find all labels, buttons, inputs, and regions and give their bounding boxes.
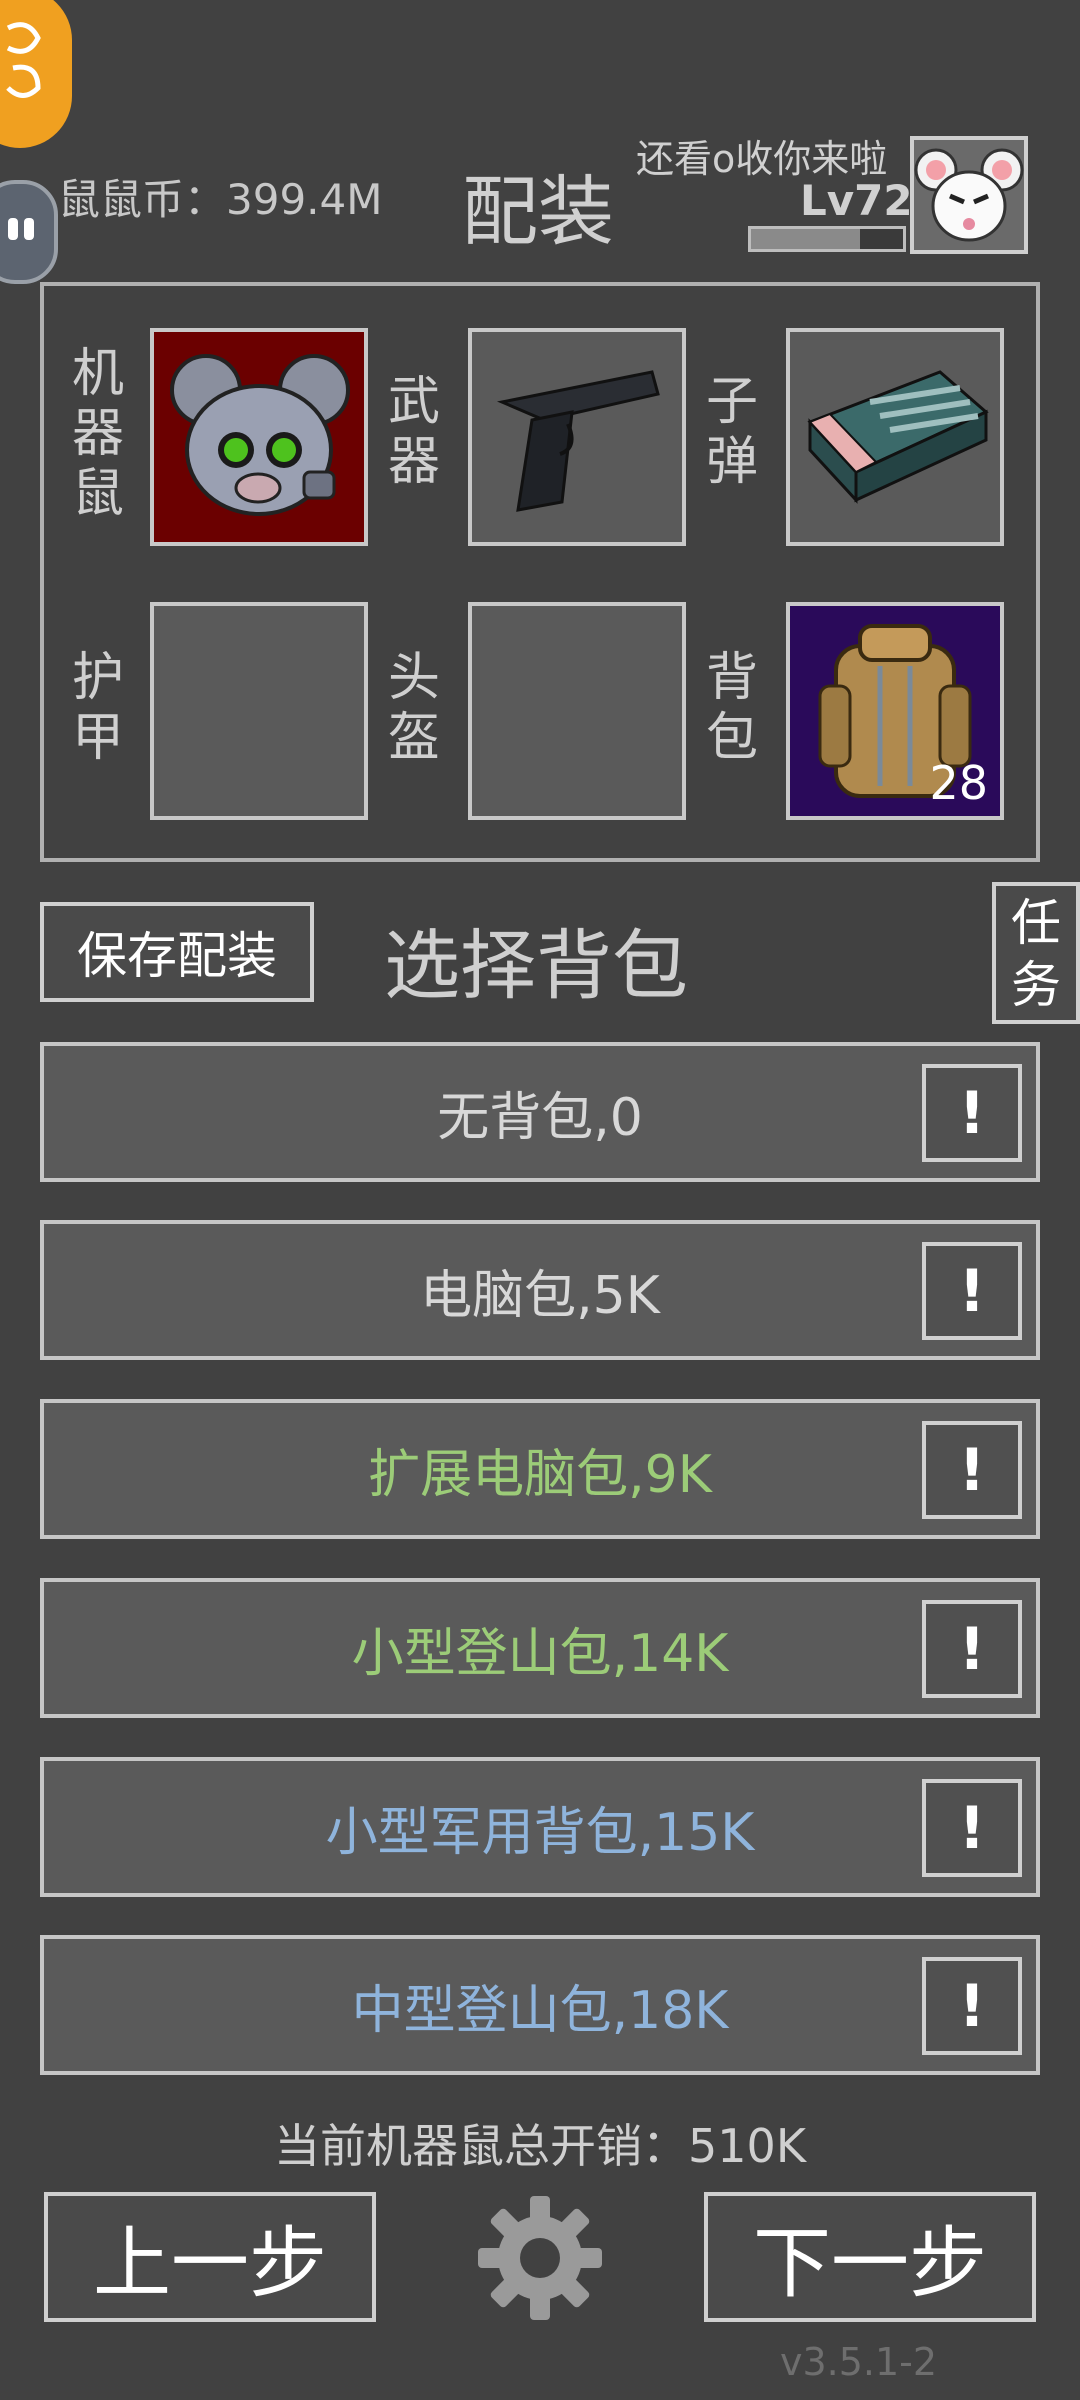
slot-backpack[interactable]: 28: [786, 602, 1004, 820]
save-loadout-button[interactable]: 保存配装: [40, 902, 314, 1002]
bag-info-button[interactable]: !: [922, 1242, 1022, 1340]
version-label: v3.5.1-2: [780, 2340, 938, 2384]
coin-balance: 鼠鼠币：399.4M: [58, 175, 383, 224]
bag-option[interactable]: 无背包,0 !: [40, 1042, 1040, 1182]
avatar[interactable]: [910, 136, 1028, 254]
next-step-button[interactable]: 下一步: [704, 2192, 1036, 2322]
mouse-avatar-icon: [914, 148, 1024, 242]
backpack-count: 28: [929, 756, 988, 810]
bag-info-button[interactable]: !: [922, 1064, 1022, 1162]
section-title: 选择背包: [384, 921, 688, 1010]
bag-info-button[interactable]: !: [922, 1600, 1022, 1698]
slot-label-robot-mouse: 机器鼠: [71, 344, 124, 524]
bag-option[interactable]: 中型登山包,18K !: [40, 1935, 1040, 2075]
player-name: 还看o收你来啦: [636, 137, 888, 181]
bag-info-button[interactable]: !: [922, 1779, 1022, 1877]
bag-option[interactable]: 小型登山包,14K !: [40, 1578, 1040, 1718]
player-level: Lv72: [800, 176, 913, 225]
swirl-logo-icon: [6, 22, 41, 98]
bag-option[interactable]: 扩展电脑包,9K !: [40, 1399, 1040, 1539]
pistol-icon: [496, 370, 660, 512]
slot-ammo[interactable]: [786, 328, 1004, 546]
ammo-box-icon: [807, 370, 989, 504]
slot-label-backpack: 背包: [705, 648, 758, 768]
bag-option-label: 中型登山包,18K: [351, 1980, 729, 2041]
slot-robot-mouse[interactable]: [150, 328, 368, 546]
settings-gear-icon[interactable]: [472, 2190, 608, 2326]
bag-option-label: 小型登山包,14K: [351, 1623, 729, 1684]
slot-label-weapon: 武器: [387, 372, 440, 492]
side-assist-button[interactable]: [0, 180, 58, 284]
bag-option-label: 无背包,0: [437, 1087, 643, 1148]
slot-label-helmet: 头盔: [387, 648, 440, 768]
total-cost: 当前机器鼠总开销：510K: [274, 2119, 806, 2173]
slot-armor[interactable]: [150, 602, 368, 820]
prev-step-button[interactable]: 上一步: [44, 2192, 376, 2322]
bag-option[interactable]: 电脑包,5K !: [40, 1220, 1040, 1360]
eye-dot-icon: [8, 218, 18, 240]
slot-helmet[interactable]: [468, 602, 686, 820]
bag-info-button[interactable]: !: [922, 1421, 1022, 1519]
bag-option-label: 扩展电脑包,9K: [368, 1444, 712, 1505]
level-progress-fill: [751, 229, 861, 249]
level-progress-bar: [748, 226, 906, 252]
bag-option[interactable]: 小型军用背包,15K !: [40, 1757, 1040, 1897]
task-button[interactable]: 任务: [992, 882, 1080, 1024]
eye-dot-icon: [24, 218, 34, 240]
page-title: 配装: [462, 167, 614, 256]
bag-info-button[interactable]: !: [922, 1957, 1022, 2055]
slot-label-ammo: 子弹: [705, 372, 758, 492]
loadout-panel: 机器鼠 武器 子弹 护甲 头盔 背 包 28: [40, 282, 1040, 862]
robot-mouse-icon: [170, 354, 350, 516]
slot-weapon[interactable]: [468, 328, 686, 546]
bag-option-label: 小型军用背包,15K: [325, 1802, 755, 1863]
slot-label-armor: 护甲: [71, 648, 124, 768]
floating-menu-button[interactable]: [0, 0, 72, 148]
bag-option-label: 电脑包,5K: [420, 1265, 660, 1326]
